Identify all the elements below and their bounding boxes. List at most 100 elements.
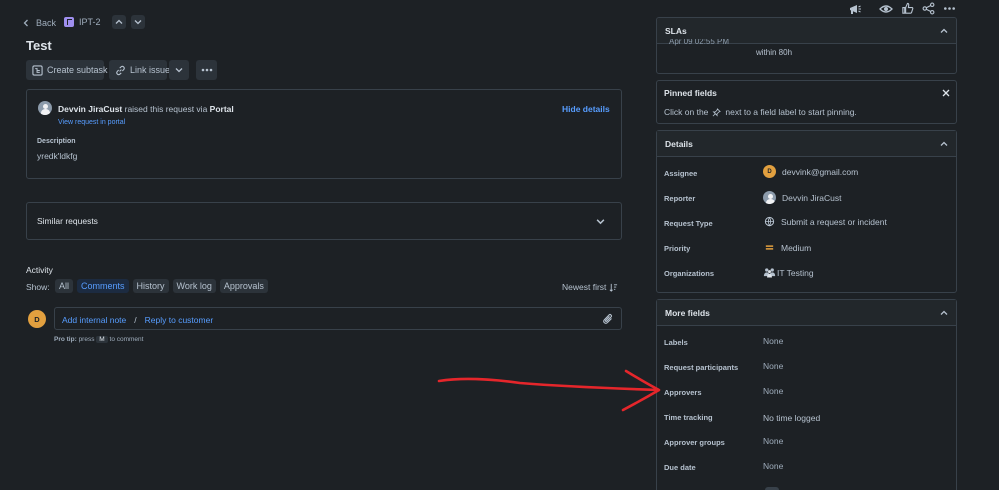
organizations-value: IT Testing <box>777 267 814 278</box>
request-type-label: Request Type <box>664 219 713 228</box>
priority-value: Medium <box>781 242 812 253</box>
activity-heading: Activity <box>26 265 53 275</box>
details-header[interactable]: Details <box>657 131 956 157</box>
subtask-icon <box>32 64 43 76</box>
issue-key[interactable]: IPT-2 <box>79 17 101 27</box>
more-actions-icon <box>201 68 213 72</box>
filter-all[interactable]: All <box>55 279 74 293</box>
similar-requests-panel[interactable]: Similar requests <box>26 202 622 240</box>
link-issue-label: Link issue <box>130 65 171 75</box>
sort-icon <box>609 283 618 292</box>
slas-panel: SLAs Apr 09 02:55 PM within 80h <box>656 17 957 74</box>
approver-groups-label: Approver groups <box>664 438 725 447</box>
back-label: Back <box>36 18 57 28</box>
hide-details-button[interactable]: Hide details <box>562 104 610 114</box>
assignee-label: Assignee <box>664 169 698 178</box>
create-subtask-label: Create subtask <box>47 65 108 75</box>
sort-label: Newest first <box>562 282 607 292</box>
attachment-icon[interactable] <box>602 313 614 325</box>
assignee-field[interactable]: D devvink@gmail.com <box>763 165 858 178</box>
pro-tip: Pro tip: press M to comment <box>54 336 143 343</box>
pinned-hint-before: Click on the <box>664 107 709 117</box>
sla-time: Apr 09 02:55 PM <box>669 39 730 46</box>
chevron-up-icon <box>115 18 123 26</box>
approver-groups-value[interactable]: None <box>763 436 783 446</box>
sort-button[interactable]: Newest first <box>562 282 618 292</box>
pro-tip-suffix: to comment <box>109 336 144 343</box>
pin-icon <box>712 107 722 117</box>
similar-requests-label: Similar requests <box>37 216 98 226</box>
back-button[interactable]: Back <box>22 17 56 29</box>
reporter-label: Reporter <box>664 194 696 203</box>
filter-history[interactable]: History <box>132 279 169 293</box>
filter-comments[interactable]: Comments <box>77 279 129 293</box>
due-date-value[interactable]: None <box>763 461 783 471</box>
approvers-value[interactable]: None <box>763 386 783 396</box>
pro-tip-prefix: Pro tip: <box>54 336 77 343</box>
more-fields-header[interactable]: More fields <box>657 300 956 326</box>
view-request-link[interactable]: View request in portal <box>58 119 125 126</box>
priority-field[interactable]: Medium <box>764 242 811 253</box>
filter-work-log[interactable]: Work log <box>172 279 216 293</box>
share-icon[interactable] <box>922 2 935 15</box>
more-fields-heading: More fields <box>665 307 710 318</box>
issue-key-breadcrumb[interactable]: IPT-2 <box>64 17 101 27</box>
raised-by-name[interactable]: Devvin JiraCust <box>58 104 122 114</box>
reply-to-customer-button[interactable]: Reply to customer <box>145 315 214 325</box>
priority-medium-icon <box>764 242 775 253</box>
slas-heading: SLAs <box>665 25 687 36</box>
request-type-field[interactable]: Submit a request or incident <box>764 216 887 227</box>
create-subtask-button[interactable]: Create subtask <box>26 60 108 80</box>
chevron-down-icon <box>134 18 142 26</box>
details-panel: Details Assignee D devvink@gmail.com Rep… <box>656 130 957 293</box>
assignee-value: devvink@gmail.com <box>782 166 859 177</box>
description-value[interactable]: yredk'ldkfg <box>37 151 77 161</box>
pinned-fields-panel: Pinned fields Click on the next to a fie… <box>656 80 957 124</box>
more-actions-icon[interactable] <box>943 2 956 15</box>
due-date-label: Due date <box>664 463 696 472</box>
more-fields-panel: More fields Labels None Request particip… <box>656 299 957 490</box>
more-options-button[interactable] <box>196 60 217 80</box>
watch-eye-icon[interactable] <box>879 2 893 16</box>
comment-box[interactable]: Add internal note / Reply to customer <box>54 307 622 330</box>
request-participants-label: Request participants <box>664 363 739 372</box>
time-tracking-value[interactable]: No time logged <box>763 413 820 423</box>
raised-by-line: Devvin JiraCust raised this request via … <box>58 104 234 114</box>
chevron-up-icon[interactable] <box>940 309 948 317</box>
filter-approvals[interactable]: Approvals <box>219 279 268 293</box>
organizations-field[interactable]: IT Testing <box>763 267 814 278</box>
priority-label: Priority <box>664 244 691 253</box>
pinned-hint: Click on the next to a field label to st… <box>664 107 857 117</box>
reporter-value: Devvin JiraCust <box>782 192 842 203</box>
raised-channel: Portal <box>209 104 234 114</box>
previous-issue-button[interactable] <box>112 15 126 29</box>
add-internal-note-button[interactable]: Add internal note <box>62 315 126 325</box>
pinned-fields-heading: Pinned fields <box>664 88 717 98</box>
pro-tip-key: M <box>96 336 108 343</box>
comment-separator: / <box>134 315 137 325</box>
reporter-avatar <box>763 191 776 204</box>
commenter-avatar: D <box>28 310 46 328</box>
people-group-icon <box>763 267 776 278</box>
close-icon[interactable] <box>942 89 950 97</box>
labels-value[interactable]: None <box>763 336 783 346</box>
thumbs-up-icon[interactable] <box>901 2 914 15</box>
issue-title[interactable]: Test <box>26 38 52 53</box>
chevron-down-icon[interactable] <box>596 217 605 226</box>
next-issue-button[interactable] <box>131 15 145 29</box>
labels-label: Labels <box>664 338 688 347</box>
issue-type-icon <box>64 17 74 27</box>
megaphone-icon[interactable] <box>848 2 862 16</box>
top-icon-bar <box>848 1 960 16</box>
chevron-up-icon[interactable] <box>940 140 948 148</box>
reporter-field[interactable]: Devvin JiraCust <box>763 191 842 204</box>
link-issue-dropdown-button[interactable] <box>169 60 189 80</box>
description-label: Description <box>37 138 76 145</box>
pinned-hint-after: next to a field label to start pinning. <box>725 107 857 117</box>
link-issue-button[interactable]: Link issue <box>109 60 171 80</box>
chevron-left-icon <box>22 19 30 27</box>
chevron-up-icon[interactable] <box>940 27 948 35</box>
request-participants-value[interactable]: None <box>763 361 783 371</box>
globe-icon <box>764 216 775 227</box>
reporter-avatar <box>38 101 52 115</box>
